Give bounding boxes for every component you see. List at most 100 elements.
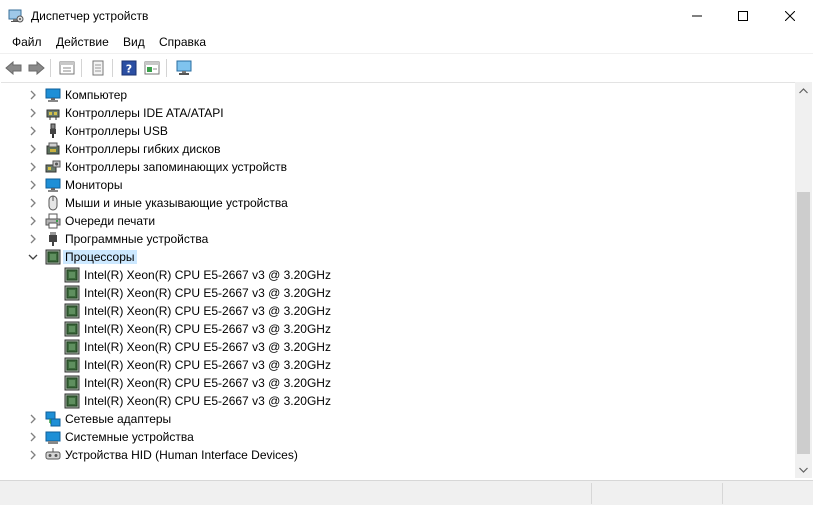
processor-device-label[interactable]: Intel(R) Xeon(R) CPU E5-2667 v3 @ 3.20GH… [82,286,333,300]
tree-category-label[interactable]: Контроллеры USB [63,124,170,138]
tree-category-label[interactable]: Очереди печати [63,214,157,228]
help-icon: ? [121,60,137,76]
tree-category-label[interactable]: Системные устройства [63,430,196,444]
properties-button[interactable] [57,58,77,78]
tree-category-row[interactable]: Контроллеры запоминающих устройств [1,158,795,176]
tree-device-row[interactable]: Intel(R) Xeon(R) CPU E5-2667 v3 @ 3.20GH… [1,356,795,374]
tree-category-label[interactable]: Мониторы [63,178,124,192]
forward-arrow-icon [28,61,45,75]
processor-device-label[interactable]: Intel(R) Xeon(R) CPU E5-2667 v3 @ 3.20GH… [82,322,333,336]
processor-device-label[interactable]: Intel(R) Xeon(R) CPU E5-2667 v3 @ 3.20GH… [82,358,333,372]
printer-icon [45,213,61,229]
usb-icon [50,123,56,138]
chevron-right-icon[interactable] [28,126,38,136]
cpu-icon [64,303,80,319]
tree-category-row[interactable]: Компьютер [1,86,795,104]
computer-icon [45,88,61,102]
tree-category-label[interactable]: Мыши и иные указывающие устройства [63,196,290,210]
tree-category-row[interactable]: Контроллеры гибких дисков [1,140,795,158]
processor-device-label[interactable]: Intel(R) Xeon(R) CPU E5-2667 v3 @ 3.20GH… [82,340,333,354]
tree-category-label[interactable]: Устройства HID (Human Interface Devices) [63,448,300,462]
chevron-right-icon[interactable] [28,198,38,208]
menu-view[interactable]: Вид [123,35,145,49]
scroll-thumb[interactable] [797,192,810,454]
processor-device-label[interactable]: Intel(R) Xeon(R) CPU E5-2667 v3 @ 3.20GH… [82,376,333,390]
tree-category-label[interactable]: Программные устройства [63,232,210,246]
chevron-down-icon [799,467,808,473]
status-bar [0,480,813,505]
tree-device-row[interactable]: Intel(R) Xeon(R) CPU E5-2667 v3 @ 3.20GH… [1,338,795,356]
scan-hardware-button[interactable] [174,58,194,78]
update-driver-button[interactable] [88,58,108,78]
floppy-controller-icon [46,142,60,155]
tree-category-row[interactable]: Мыши и иные указывающие устройства [1,194,795,212]
processor-device-label[interactable]: Intel(R) Xeon(R) CPU E5-2667 v3 @ 3.20GH… [82,268,333,282]
monitor-icon [45,178,61,192]
cpu-icon [64,321,80,337]
toolbar-separator [166,59,167,77]
tree-category-row[interactable]: Очереди печати [1,212,795,230]
tree-device-row[interactable]: Intel(R) Xeon(R) CPU E5-2667 v3 @ 3.20GH… [1,284,795,302]
tree-category-label[interactable]: Процессоры [63,250,137,264]
close-button[interactable] [767,0,813,31]
status-panel [591,483,722,504]
chevron-right-icon[interactable] [28,108,38,118]
title-bar[interactable]: Диспетчер устройств [0,0,813,32]
cpu-icon [64,285,80,301]
mouse-icon [48,195,58,211]
tree-device-row[interactable]: Intel(R) Xeon(R) CPU E5-2667 v3 @ 3.20GH… [1,374,795,392]
tree-category-label[interactable]: Контроллеры запоминающих устройств [63,160,289,174]
tree-category-row[interactable]: Контроллеры USB [1,122,795,140]
storage-controller-icon [45,160,61,173]
toolbar-separator [50,59,51,77]
menu-file[interactable]: Файл [12,35,42,49]
tree-device-row[interactable]: Intel(R) Xeon(R) CPU E5-2667 v3 @ 3.20GH… [1,320,795,338]
chevron-right-icon[interactable] [28,234,38,244]
chevron-right-icon[interactable] [28,180,38,190]
tree-category-label[interactable]: Контроллеры IDE ATA/ATAPI [63,106,226,120]
action-view-button[interactable] [142,58,162,78]
tree-category-row[interactable]: Устройства HID (Human Interface Devices) [1,446,795,464]
svg-text:?: ? [126,63,132,76]
chevron-right-icon[interactable] [28,414,38,424]
processor-device-label[interactable]: Intel(R) Xeon(R) CPU E5-2667 v3 @ 3.20GH… [82,394,333,408]
hid-icon [45,448,61,460]
tree-category-row[interactable]: Программные устройства [1,230,795,248]
forward-button[interactable] [26,58,46,78]
cpu-icon [64,375,80,391]
processor-device-label[interactable]: Intel(R) Xeon(R) CPU E5-2667 v3 @ 3.20GH… [82,304,333,318]
tree-device-row[interactable]: Intel(R) Xeon(R) CPU E5-2667 v3 @ 3.20GH… [1,266,795,284]
tree-device-row[interactable]: Intel(R) Xeon(R) CPU E5-2667 v3 @ 3.20GH… [1,302,795,320]
scroll-up-button[interactable] [795,82,812,99]
tree-device-row[interactable]: Intel(R) Xeon(R) CPU E5-2667 v3 @ 3.20GH… [1,392,795,410]
chevron-right-icon[interactable] [28,432,38,442]
device-tree[interactable]: Компьютер Контроллеры IDE ATA/ATAPI Контро… [1,82,795,478]
chevron-right-icon[interactable] [28,216,38,226]
minimize-button[interactable] [674,0,720,31]
tree-category-label[interactable]: Сетевые адаптеры [63,412,173,426]
tree-category-label[interactable]: Компьютер [63,88,129,102]
tree-category-row[interactable]: Процессоры [1,248,795,266]
vertical-scrollbar[interactable] [795,82,812,478]
help-button[interactable]: ? [119,58,139,78]
scan-hardware-icon [176,60,192,75]
scroll-down-button[interactable] [795,461,812,478]
tree-category-label[interactable]: Контроллеры гибких дисков [63,142,223,156]
chevron-right-icon[interactable] [28,90,38,100]
chevron-right-icon[interactable] [28,162,38,172]
menu-help[interactable]: Справка [159,35,206,49]
ide-controller-icon [46,109,60,120]
tree-category-row[interactable]: Сетевые адаптеры [1,410,795,428]
chevron-right-icon[interactable] [28,450,38,460]
maximize-button[interactable] [720,0,766,31]
back-button[interactable] [4,58,24,78]
chevron-down-icon[interactable] [28,252,38,262]
back-arrow-icon [5,61,22,75]
action-view-icon [144,61,160,75]
menu-action[interactable]: Действие [56,35,109,49]
chevron-right-icon[interactable] [28,144,38,154]
tree-category-row[interactable]: Контроллеры IDE ATA/ATAPI [1,104,795,122]
tree-category-row[interactable]: Мониторы [1,176,795,194]
cpu-icon [64,393,80,409]
tree-category-row[interactable]: Системные устройства [1,428,795,446]
